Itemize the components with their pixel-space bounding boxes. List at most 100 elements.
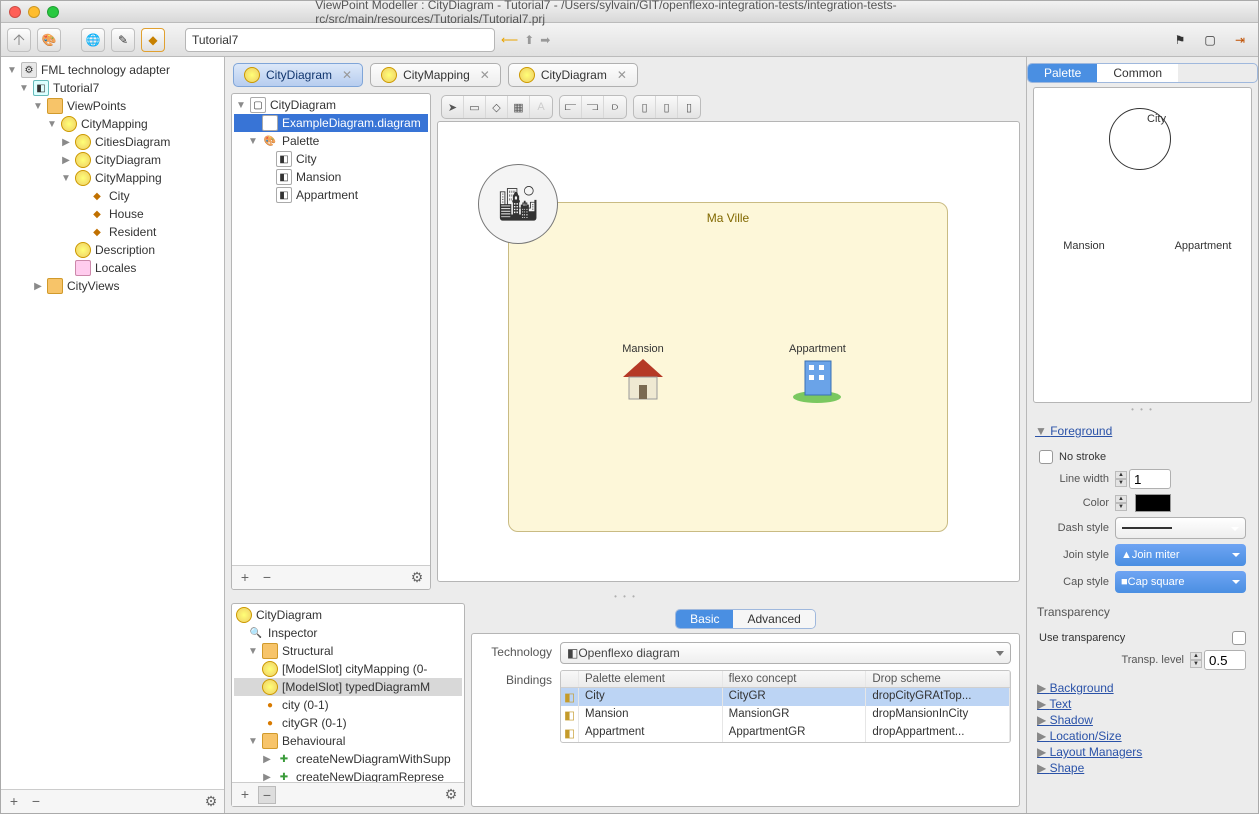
add-button[interactable]: + [236,786,254,804]
dist-middle-icon[interactable]: ▯ [656,96,678,118]
shape-tool[interactable]: ▦ [508,96,530,118]
exit-icon[interactable]: ⇥ [1228,28,1252,52]
tab-citymapping[interactable]: CityMapping✕ [370,63,501,87]
align-tools: ⫍ ⫎ ⫐ [559,95,627,119]
palette-mansion-shape[interactable]: Mansion [1054,240,1114,252]
settings-icon[interactable]: ⚙ [408,569,426,587]
module-icon[interactable]: ◆ [141,28,165,52]
diagram-canvas[interactable]: Ma Ville Mansion Appartment � [437,121,1020,582]
common-tab[interactable]: Common [1097,64,1178,82]
join-style-select[interactable]: ▲ Join miter [1115,544,1246,566]
close-icon[interactable]: ✕ [342,68,352,82]
advanced-tab[interactable]: Advanced [733,610,814,628]
align-right-icon[interactable]: ⫐ [604,96,626,118]
close-icon[interactable]: ✕ [480,68,490,82]
settings-icon[interactable]: ⚙ [202,793,220,811]
location-size-section[interactable]: Location/Size [1033,728,1252,744]
window-title: ViewPoint Modeller : CityDiagram - Tutor… [315,0,944,26]
palette-canvas[interactable]: City Mansion Appartment [1033,87,1252,403]
color-swatch[interactable] [1135,494,1171,512]
edit-icon[interactable]: ✎ [111,28,135,52]
rect-select-tool[interactable]: ▭ [464,96,486,118]
project-tree[interactable]: ▼⚙FML technology adapter ▼◧Tutorial7 ▼Vi… [1,57,224,789]
align-left-icon[interactable]: ⫍ [560,96,582,118]
flag-icon[interactable]: ⚑ [1168,28,1192,52]
palette-city-shape[interactable]: City [1109,108,1171,170]
remove-button[interactable]: − [258,569,276,587]
expand-icon[interactable] [7,28,31,52]
add-button[interactable]: + [236,569,254,587]
outline-tree[interactable]: ▼▢CityDiagram ▢ExampleDiagram.diagram ▼🎨… [232,94,430,565]
properties-panel: Basic Advanced Technology ◧ Openflexo di… [471,603,1020,807]
table-row[interactable]: ◧MansionMansionGRdropMansionInCity [561,706,1010,724]
mapping-vp-icon [75,170,91,186]
window-icon[interactable]: ▢ [1198,28,1222,52]
tab-icon [519,67,535,83]
zoom-window-button[interactable] [47,6,59,18]
text-section[interactable]: Text [1033,696,1252,712]
line-width-field[interactable] [1129,469,1171,489]
shadow-section[interactable]: Shadow [1033,712,1252,728]
remove-button[interactable]: − [27,793,45,811]
action-icon: ✚ [276,769,292,782]
shape-icon: ◧ [276,169,292,185]
nav-forward-icon[interactable]: ➡ [540,33,550,47]
dist-right-icon[interactable]: ▯ [678,96,700,118]
concept-tree[interactable]: CityDiagram 🔍Inspector ▼Structural [Mode… [232,604,464,782]
layout-managers-section[interactable]: Layout Managers [1033,744,1252,760]
palette-appartment-shape[interactable]: Appartment [1167,240,1239,252]
dist-left-icon[interactable]: ▯ [634,96,656,118]
palette-icon[interactable]: 🎨 [37,28,61,52]
close-window-button[interactable] [9,6,21,18]
add-button[interactable]: + [5,793,23,811]
text-tool[interactable]: A [530,96,552,118]
close-icon[interactable]: ✕ [617,68,627,82]
diagram-vp-icon [236,607,252,623]
settings-icon[interactable]: ⚙ [442,786,460,804]
diagram-editor: ➤ ▭ ◇ ▦ A ⫍ ⫎ ⫐ ▯ ▯ [437,93,1020,590]
table-row[interactable]: ◧CityCityGRdropCityGRAtTop... [561,688,1010,706]
city-label: Ma Ville [707,211,749,225]
no-stroke-checkbox[interactable] [1039,450,1053,464]
minimize-window-button[interactable] [28,6,40,18]
cap-style-select[interactable]: ■ Cap square [1115,571,1246,593]
city-shape[interactable]: Ma Ville Mansion Appartment [508,202,948,532]
basic-tab[interactable]: Basic [676,610,733,628]
nav-back-icon[interactable]: ⟵ [501,33,518,47]
app-window: ViewPoint Modeller : CityDiagram - Tutor… [0,0,1259,814]
line-width-stepper[interactable]: ▲▼ [1115,469,1171,489]
viewpoint-icon [61,116,77,132]
transparency-checkbox[interactable] [1232,631,1246,645]
distribute-tools: ▯ ▯ ▯ [633,95,701,119]
folder-icon [262,643,278,659]
example-diagram-icon: ▢ [262,115,278,131]
align-center-icon[interactable]: ⫎ [582,96,604,118]
foreground-section[interactable]: Foreground [1033,422,1252,440]
table-row[interactable]: ◧AppartmentAppartmentGRdropAppartment... [561,724,1010,742]
pointer-tool[interactable]: ➤ [442,96,464,118]
nav-up-icon[interactable]: ⬆ [524,33,534,47]
palette-tab[interactable]: Palette [1028,64,1097,82]
project-browser: ▼⚙FML technology adapter ▼◧Tutorial7 ▼Vi… [1,57,225,813]
technology-select[interactable]: ◧ Openflexo diagram [560,642,1011,664]
city-icon[interactable]: 🏙 [478,164,558,244]
split-handle[interactable]: • • • [225,590,1026,603]
lasso-tool[interactable]: ◇ [486,96,508,118]
bindings-table[interactable]: Palette elementflexo conceptDrop scheme … [560,670,1011,743]
appartment-shape[interactable]: Appartment [789,343,846,406]
transp-level-stepper[interactable]: ▲▼ [1190,650,1246,670]
tab-citydiagram-active[interactable]: CityDiagram✕ [233,63,363,87]
diagram-vp-icon [75,134,91,150]
role-icon: ● [262,697,278,713]
tab-citydiagram-2[interactable]: CityDiagram✕ [508,63,638,87]
shape-section[interactable]: Shape [1033,760,1252,776]
globe-icon[interactable]: 🌐 [81,28,105,52]
dash-style-select[interactable] [1115,517,1246,539]
transp-level-field[interactable] [1204,650,1246,670]
background-section[interactable]: Background [1033,680,1252,696]
desc-icon [75,242,91,258]
split-handle[interactable]: • • • [1027,403,1258,416]
mansion-shape[interactable]: Mansion [619,343,667,406]
address-field[interactable]: Tutorial7 [185,28,495,52]
remove-button[interactable]: − [258,786,276,804]
